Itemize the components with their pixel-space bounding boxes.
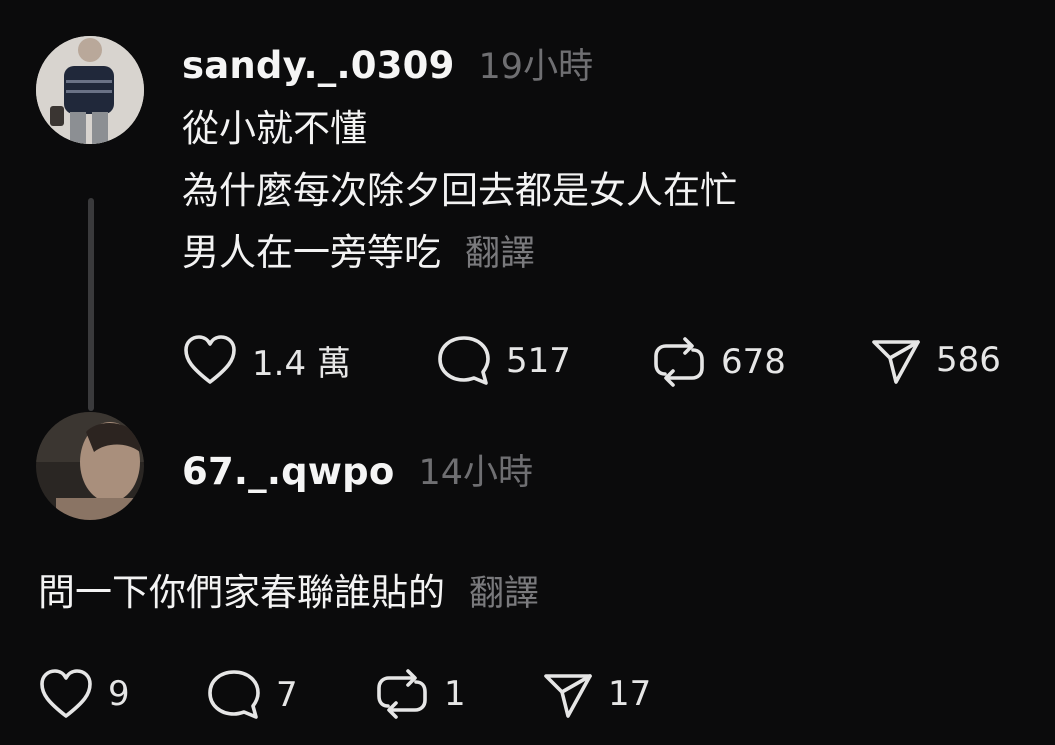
comment-icon — [208, 670, 260, 719]
repost-button[interactable]: 678 — [651, 334, 786, 390]
post-text-line: 男人在一旁等吃 翻譯 — [182, 222, 737, 285]
post-text-line: 為什麼每次除夕回去都是女人在忙 — [182, 169, 737, 212]
avatar[interactable] — [36, 412, 144, 520]
repost-count: 1 — [444, 674, 466, 714]
post-text: 從小就不懂 為什麼每次除夕回去都是女人在忙 男人在一旁等吃 翻譯 — [182, 98, 737, 285]
comment-button[interactable]: 517 — [436, 334, 571, 388]
repost-icon — [377, 669, 427, 719]
thread-line — [88, 198, 94, 411]
repost-count: 678 — [721, 342, 786, 382]
timestamp: 14小時 — [418, 453, 534, 493]
post-text-line: 從小就不懂 — [182, 107, 367, 150]
post-text-line-content: 問一下你們家春聯誰貼的 — [38, 571, 445, 614]
like-button[interactable]: 9 — [38, 668, 130, 720]
share-count: 586 — [936, 340, 1001, 380]
like-count: 1.4 萬 — [252, 343, 351, 384]
share-button[interactable]: 586 — [870, 334, 1001, 386]
username[interactable]: sandy._.0309 — [182, 44, 455, 87]
comment-count: 517 — [506, 341, 571, 381]
heart-icon — [184, 335, 236, 384]
repost-icon — [654, 337, 704, 387]
post-text-line-content: 男人在一旁等吃 — [182, 231, 441, 274]
share-count: 17 — [608, 674, 652, 714]
post-text: 問一下你們家春聯誰貼的 翻譯 — [38, 562, 539, 625]
timestamp: 19小時 — [478, 47, 594, 87]
like-button[interactable]: 1.4 萬 — [182, 334, 351, 386]
translate-link[interactable]: 翻譯 — [465, 234, 535, 274]
repost-button[interactable]: 1 — [374, 666, 466, 722]
username[interactable]: 67._.qwpo — [182, 450, 394, 493]
like-count: 9 — [108, 674, 130, 714]
comment-button[interactable]: 7 — [206, 668, 298, 722]
send-icon — [544, 674, 592, 718]
share-button[interactable]: 17 — [542, 668, 651, 720]
translate-link[interactable]: 翻譯 — [469, 574, 539, 614]
heart-icon — [40, 669, 92, 718]
comment-icon — [438, 336, 490, 385]
send-icon — [872, 340, 920, 384]
avatar[interactable] — [36, 36, 144, 144]
post-header: 67._.qwpo 14小時 — [182, 444, 533, 495]
comment-count: 7 — [276, 675, 298, 715]
post-text-line: 問一下你們家春聯誰貼的 翻譯 — [38, 562, 539, 625]
post-header: sandy._.0309 19小時 — [182, 38, 593, 89]
